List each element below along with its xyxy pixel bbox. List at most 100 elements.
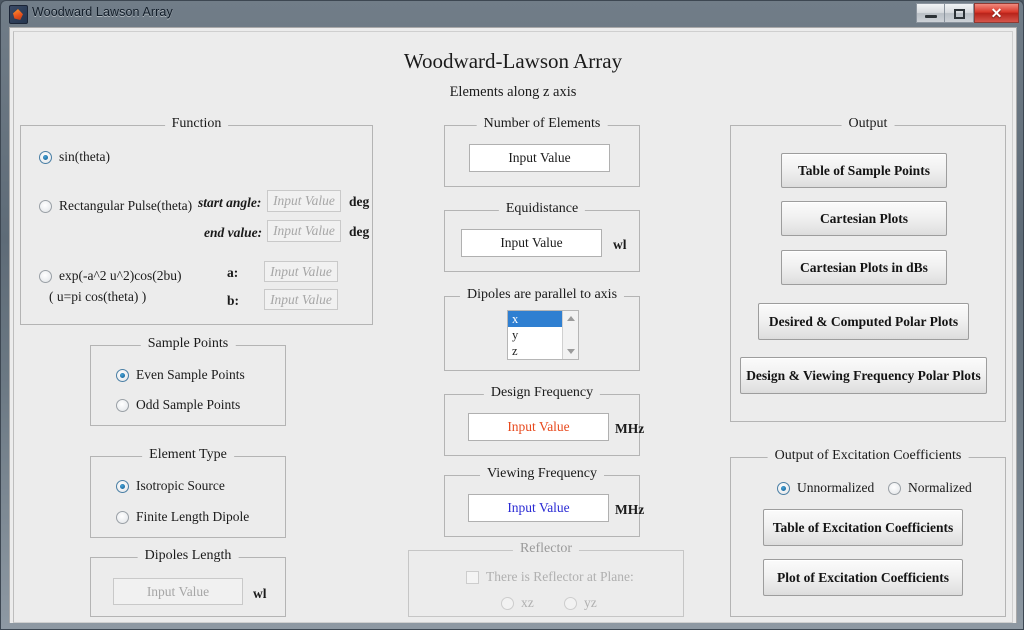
- window-controls: ✕: [916, 3, 1019, 24]
- table-of-sample-points-button[interactable]: Table of Sample Points: [781, 153, 947, 188]
- dipoles-length-panel: Dipoles Length Input Value wl: [90, 548, 286, 617]
- radio-label: Unnormalized: [797, 480, 875, 495]
- radio-even-sample-points[interactable]: Even Sample Points: [116, 367, 245, 383]
- start-angle-input[interactable]: Input Value: [267, 190, 341, 212]
- radio-label: Isotropic Source: [136, 478, 225, 493]
- desired-computed-polar-plots-button[interactable]: Desired & Computed Polar Plots: [758, 303, 969, 340]
- param-a-input[interactable]: Input Value: [264, 261, 338, 282]
- page-title: Woodward-Lawson Array: [403, 49, 623, 73]
- table-of-excitation-coefficients-button[interactable]: Table of Excitation Coefficients: [763, 509, 963, 546]
- design-frequency-legend: Design Frequency: [483, 385, 601, 401]
- listbox-item-y[interactable]: y: [508, 327, 562, 343]
- end-value-unit: deg: [349, 224, 370, 239]
- plot-of-excitation-coefficients-button[interactable]: Plot of Excitation Coefficients: [763, 559, 963, 596]
- number-of-elements-input[interactable]: Input Value: [469, 144, 610, 172]
- cartesian-plots-button[interactable]: Cartesian Plots: [781, 201, 947, 236]
- close-button[interactable]: ✕: [974, 3, 1019, 23]
- minimize-icon: [925, 15, 937, 18]
- dipoles-length-legend: Dipoles Length: [137, 548, 239, 564]
- output-legend: Output: [841, 116, 895, 132]
- radio-odd-sample-points[interactable]: Odd Sample Points: [116, 397, 240, 413]
- param-b-input[interactable]: Input Value: [264, 289, 338, 310]
- number-of-elements-legend: Number of Elements: [476, 116, 608, 132]
- radio-plane-yz[interactable]: yz: [564, 595, 597, 611]
- equidistance-input[interactable]: Input Value: [461, 229, 602, 257]
- element-type-legend: Element Type: [142, 447, 234, 463]
- scroll-down-icon[interactable]: [563, 345, 578, 358]
- checkbox-indicator: [466, 570, 479, 584]
- excitation-coefficients-panel: Output of Excitation Coefficients Unnorm…: [730, 448, 1006, 617]
- listbox-item-x[interactable]: x: [508, 311, 562, 327]
- reflector-legend: Reflector: [512, 541, 580, 557]
- viewing-frequency-unit: MHz: [615, 502, 645, 517]
- sample-points-legend: Sample Points: [140, 336, 236, 352]
- radio-label: Finite Length Dipole: [136, 509, 250, 524]
- radio-label: Even Sample Points: [136, 367, 245, 382]
- radio-indicator: [39, 150, 52, 164]
- viewing-frequency-input[interactable]: Input Value: [468, 494, 609, 522]
- application-window: Woodward Lawson Array ✕ Woodward-Lawson …: [0, 0, 1024, 630]
- radio-label: Rectangular Pulse(theta): [59, 198, 193, 213]
- equidistance-unit: wl: [613, 237, 627, 252]
- sample-points-panel: Sample Points Even Sample Points Odd Sam…: [90, 336, 286, 426]
- matlab-icon: [9, 5, 28, 24]
- radio-label: exp(-a^2 u^2)cos(2bu): [59, 268, 182, 283]
- design-frequency-panel: Design Frequency Input Value MHz: [444, 385, 644, 456]
- radio-indicator: [564, 596, 577, 610]
- radio-indicator: [116, 398, 129, 412]
- radio-indicator: [116, 510, 129, 524]
- param-a-label: a:: [227, 265, 239, 280]
- radio-finite-length-dipole[interactable]: Finite Length Dipole: [116, 509, 249, 525]
- page-subtitle: Elements along z axis: [449, 84, 577, 100]
- end-value-label: end value:: [204, 225, 263, 240]
- start-angle-label: start angle:: [198, 195, 262, 210]
- radio-normalized[interactable]: Normalized: [888, 480, 972, 496]
- maximize-button[interactable]: [945, 3, 974, 23]
- output-panel: Output Table of Sample Points Cartesian …: [730, 116, 1006, 422]
- excitation-legend: Output of Excitation Coefficients: [767, 448, 969, 464]
- checkbox-label: There is Reflector at Plane:: [486, 569, 634, 584]
- radio-unnormalized[interactable]: Unnormalized: [777, 480, 874, 496]
- radio-rectangular-pulse[interactable]: Rectangular Pulse(theta): [39, 198, 192, 214]
- radio-label: Odd Sample Points: [136, 397, 241, 412]
- title-bar: Woodward Lawson Array ✕: [1, 1, 1024, 27]
- radio-exp-cos[interactable]: exp(-a^2 u^2)cos(2bu): [39, 268, 182, 284]
- radio-label: xz: [521, 595, 534, 610]
- listbox-items: x y z: [508, 311, 562, 359]
- listbox-scrollbar[interactable]: [562, 311, 578, 359]
- number-of-elements-panel: Number of Elements Input Value: [444, 116, 640, 187]
- minimize-button[interactable]: [916, 3, 945, 23]
- end-value-input[interactable]: Input Value: [267, 220, 341, 242]
- radio-sin-theta[interactable]: sin(theta): [39, 149, 110, 165]
- reflector-checkbox[interactable]: There is Reflector at Plane:: [466, 569, 634, 585]
- window-title: Woodward Lawson Array: [32, 5, 173, 19]
- listbox-item-z[interactable]: z: [508, 343, 562, 359]
- equidistance-legend: Equidistance: [498, 201, 586, 217]
- radio-indicator: [888, 481, 901, 495]
- dipole-axis-panel: Dipoles are parallel to axis x y z: [444, 287, 640, 371]
- close-icon: ✕: [990, 5, 1003, 21]
- function-sub-note: ( u=pi cos(theta) ): [49, 289, 147, 304]
- radio-label: Normalized: [908, 480, 972, 495]
- radio-label: yz: [584, 595, 597, 610]
- param-b-label: b:: [227, 293, 240, 308]
- cartesian-plots-db-button[interactable]: Cartesian Plots in dBs: [781, 250, 947, 285]
- radio-isotropic-source[interactable]: Isotropic Source: [116, 478, 225, 494]
- dipoles-length-input[interactable]: Input Value: [113, 578, 243, 605]
- radio-label: sin(theta): [59, 149, 110, 164]
- radio-indicator: [39, 199, 52, 213]
- scroll-up-icon[interactable]: [563, 312, 578, 325]
- dipole-axis-listbox[interactable]: x y z: [507, 310, 579, 360]
- radio-indicator: [116, 368, 129, 382]
- dipole-axis-legend: Dipoles are parallel to axis: [459, 287, 625, 303]
- dipoles-length-unit: wl: [253, 586, 267, 601]
- element-type-panel: Element Type Isotropic Source Finite Len…: [90, 447, 286, 538]
- design-frequency-input[interactable]: Input Value: [468, 413, 609, 441]
- radio-indicator: [777, 481, 790, 495]
- viewing-frequency-legend: Viewing Frequency: [480, 466, 604, 482]
- viewing-frequency-panel: Viewing Frequency Input Value MHz: [444, 466, 644, 537]
- radio-plane-xz[interactable]: xz: [501, 595, 534, 611]
- maximize-icon: [954, 9, 965, 19]
- design-viewing-frequency-polar-plots-button[interactable]: Design & Viewing Frequency Polar Plots: [740, 357, 987, 394]
- client-area: Woodward-Lawson Array Elements along z a…: [9, 27, 1017, 623]
